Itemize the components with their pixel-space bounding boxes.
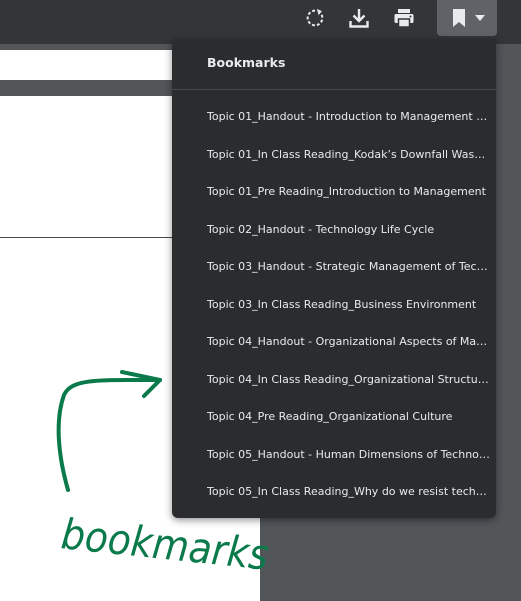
annotation-arrowhead <box>120 370 162 398</box>
handwritten-annotation: bookmarks <box>56 370 271 580</box>
annotation-bookmarks-word: bookmarks <box>59 509 271 579</box>
